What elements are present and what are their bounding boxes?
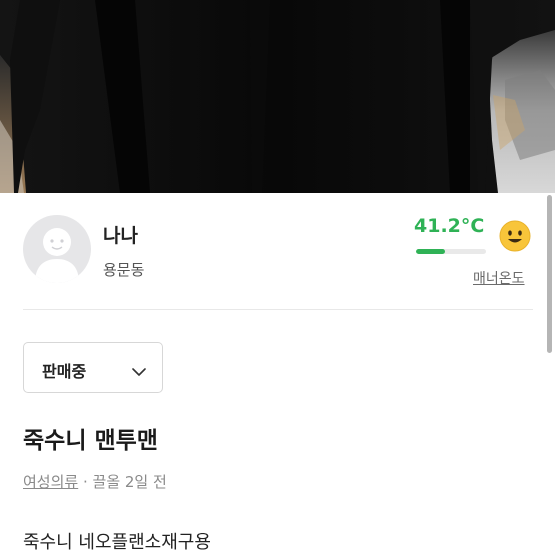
chevron-down-icon [132, 362, 146, 381]
sale-status-dropdown[interactable]: 판매중 [23, 342, 163, 393]
product-photo[interactable] [0, 0, 555, 193]
product-photo-image [0, 0, 555, 193]
manner-temperature-link[interactable]: 매너온도 [473, 268, 525, 288]
post-title: 죽수니 맨투맨 [23, 428, 158, 454]
default-avatar-icon[interactable] [23, 215, 91, 283]
seller-name[interactable]: 나나 [103, 221, 138, 248]
seller-location: 용문동 [103, 261, 145, 279]
post-meta: 여성의류 · 끌올 2일 전 [23, 471, 167, 492]
manner-temperature-bar [416, 249, 486, 254]
category-link[interactable]: 여성의류 [23, 473, 78, 491]
seller-profile[interactable]: 나나 용문동 41.2°C 매너온도 [0, 193, 555, 310]
smile-emoji-icon [498, 219, 532, 253]
product-detail-page: 나나 용문동 41.2°C 매너온도 판매중 죽수니 맨투맨 여성의류 · 끌올… [0, 0, 555, 555]
post-time: 끌올 2일 전 [92, 473, 167, 491]
section-divider [23, 309, 533, 310]
manner-temperature-bar-fill [416, 249, 445, 254]
post-description: 죽수니 네오플랜소재구용 [23, 532, 211, 553]
scrollbar-thumb[interactable] [547, 195, 552, 353]
sale-status-value: 판매중 [42, 362, 87, 381]
meta-separator: · [78, 473, 93, 491]
scrollbar[interactable] [544, 193, 555, 555]
manner-temperature: 41.2°C [414, 215, 485, 237]
